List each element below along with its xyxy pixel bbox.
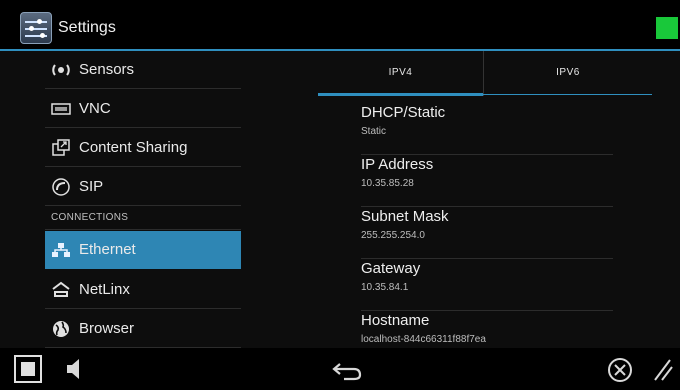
sidebar-item-sensors[interactable]: Sensors: [45, 51, 241, 89]
setting-dhcp-static[interactable]: DHCP/Static Static: [361, 103, 613, 155]
ethernet-icon: [51, 240, 71, 260]
ip-version-tabs: IPV4 IPV6: [318, 51, 652, 96]
setting-value: localhost-844c66311f88f7ea: [361, 334, 486, 345]
vnc-icon: [51, 99, 71, 119]
setting-name: Hostname: [361, 312, 430, 329]
volume-speaker-icon[interactable]: [64, 356, 84, 382]
setting-name: DHCP/Static: [361, 104, 446, 121]
sip-icon: [51, 177, 71, 197]
sidebar-item-label: Browser: [79, 320, 135, 337]
settings-content: Sensors VNC Content Sharing SIP CONNECTI…: [0, 51, 680, 348]
setting-subnet-mask[interactable]: Subnet Mask 255.255.254.0: [361, 207, 613, 259]
settings-sliders-icon[interactable]: [20, 12, 52, 44]
section-header-connections: CONNECTIONS: [51, 212, 129, 223]
sidebar-item-label: NetLinx: [79, 281, 130, 298]
netlinx-icon: [51, 280, 71, 300]
sidebar-item-label: SIP: [79, 178, 104, 195]
back-arrow-icon[interactable]: [330, 356, 364, 382]
content-sharing-icon: [51, 138, 71, 158]
setting-name: Subnet Mask: [361, 208, 449, 225]
setting-gateway[interactable]: Gateway 10.35.84.1: [361, 259, 613, 311]
status-indicator: [656, 17, 678, 39]
recent-apps-square-icon[interactable]: [14, 355, 42, 383]
sidebar-item-label: Content Sharing: [79, 139, 188, 156]
selected-tab-indicator: [318, 93, 483, 96]
sidebar-item-label: VNC: [79, 100, 111, 117]
title-bar: Settings: [0, 0, 680, 50]
sidebar-item-ethernet[interactable]: Ethernet: [45, 231, 241, 269]
sidebar-item-label: Sensors: [79, 61, 135, 78]
section-divider: [45, 229, 241, 230]
setting-value: Static: [361, 126, 387, 137]
sensors-icon: [51, 60, 71, 80]
setting-name: Gateway: [361, 260, 421, 277]
sidebar-item-browser[interactable]: Browser: [45, 310, 241, 348]
close-circle-icon[interactable]: [606, 356, 634, 382]
tab-baseline: [483, 94, 652, 95]
setting-value: 10.35.85.28: [361, 178, 414, 189]
sidebar-item-sip[interactable]: SIP: [45, 168, 241, 206]
sidebar-item-content-sharing[interactable]: Content Sharing: [45, 129, 241, 167]
sidebar-item-vnc[interactable]: VNC: [45, 90, 241, 128]
page-title: Settings: [58, 19, 116, 36]
setting-hostname[interactable]: Hostname localhost-844c66311f88f7ea: [361, 311, 613, 348]
setting-ip-address[interactable]: IP Address 10.35.85.28: [361, 155, 613, 207]
resize-handle-icon[interactable]: [652, 356, 674, 382]
sidebar-item-label: Ethernet: [79, 241, 136, 258]
setting-value: 255.255.254.0: [361, 230, 425, 241]
setting-name: IP Address: [361, 156, 434, 173]
setting-value: 10.35.84.1: [361, 282, 409, 293]
browser-globe-icon: [51, 319, 71, 339]
settings-sidebar: Sensors VNC Content Sharing SIP CONNECTI…: [45, 51, 241, 348]
sidebar-item-netlinx[interactable]: NetLinx: [45, 271, 241, 309]
tab-ipv4[interactable]: IPV4: [318, 51, 483, 96]
tab-ipv6[interactable]: IPV6: [483, 51, 652, 96]
ethernet-settings-list: DHCP/Static Static IP Address 10.35.85.2…: [361, 103, 613, 348]
system-nav-bar: [0, 348, 680, 390]
